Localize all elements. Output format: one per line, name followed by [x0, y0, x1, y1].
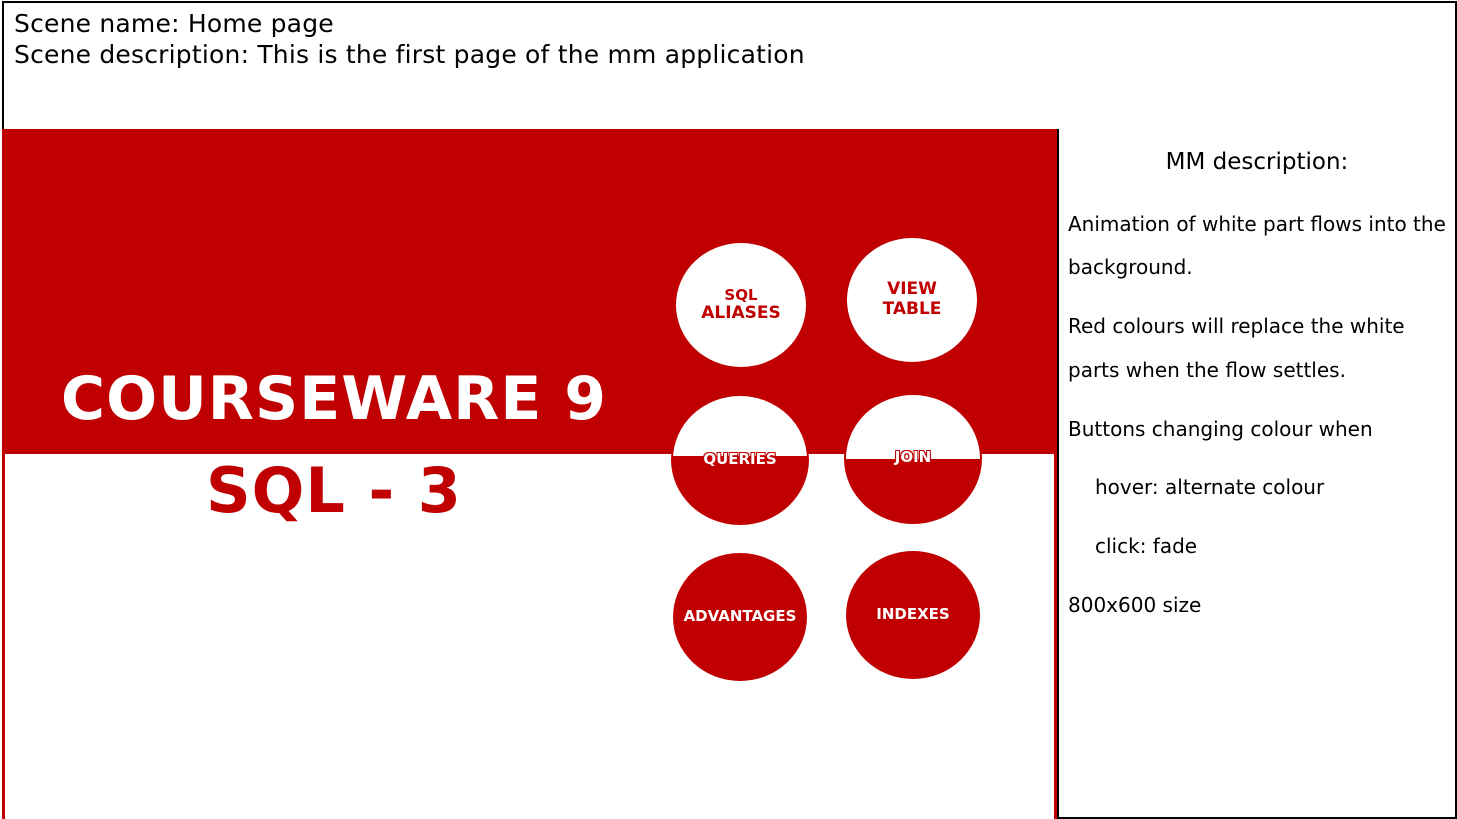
join-button[interactable]: JOIN	[844, 393, 982, 524]
sql-aliases-button[interactable]: SQL ALIASES	[674, 241, 808, 369]
scene-info-box: Scene name: Home page Scene description:…	[2, 1, 1457, 132]
advantages-label: ADVANTAGES	[683, 607, 797, 626]
courseware-title: COURSEWARE 9	[61, 364, 607, 434]
scene-description: Scene description: This is the first pag…	[14, 40, 805, 69]
advantages-button[interactable]: ADVANTAGES	[671, 551, 809, 683]
scene-name: Scene name: Home page	[14, 9, 334, 38]
course-subtitle: SQL - 3	[206, 454, 462, 527]
indexes-label: INDEXES	[876, 605, 950, 624]
mm-line-2: background.	[1068, 255, 1193, 279]
indexes-button[interactable]: INDEXES	[844, 549, 982, 681]
view-table-line1: VIEW	[887, 279, 937, 300]
mm-line-1: Animation of white part flows into the	[1068, 212, 1446, 236]
queries-button[interactable]: QUERIES	[671, 394, 809, 525]
sql-aliases-line1: SQL	[724, 285, 758, 304]
mm-line-4: parts when the flow settles.	[1068, 358, 1346, 382]
mm-line-7: click: fade	[1095, 534, 1198, 558]
join-label: JOIN	[894, 447, 932, 466]
mm-line-5: Buttons changing colour when	[1068, 417, 1373, 441]
home-page-mockup: COURSEWARE 9 SQL - 3 SQL ALIASES VIEW TA…	[2, 129, 1057, 819]
queries-white-half	[673, 396, 807, 456]
mockup-left-border	[2, 454, 5, 819]
sql-aliases-line2: ALIASES	[701, 302, 781, 323]
view-table-line2: TABLE	[882, 299, 942, 319]
view-table-button[interactable]: VIEW TABLE	[845, 236, 979, 364]
mm-description-title: MM description:	[1165, 149, 1349, 175]
mm-line-3: Red colours will replace the white	[1068, 314, 1405, 338]
queries-label: QUERIES	[703, 449, 777, 468]
view-table-label: VIEW TABLE	[883, 280, 942, 319]
sql-aliases-label: SQL ALIASES	[701, 285, 781, 324]
mm-line-6: hover: alternate colour	[1095, 475, 1325, 499]
mm-description-panel: MM description: Animation of white part …	[1057, 129, 1457, 819]
mm-line-8: 800x600 size	[1068, 593, 1202, 617]
